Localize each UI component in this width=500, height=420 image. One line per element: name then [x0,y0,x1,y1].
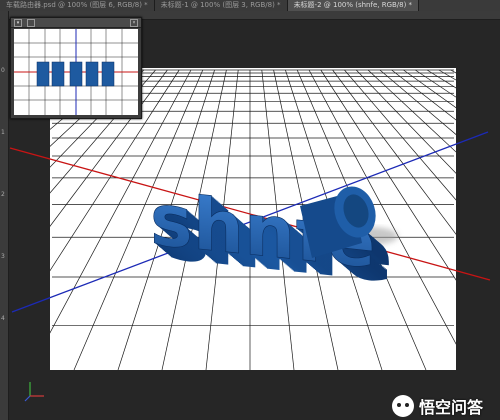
ruler-label-1: 1 [1,129,5,136]
view-menu-button[interactable] [27,19,35,27]
watermark-text: 悟空问答 [419,398,484,417]
secondary-view-titlebar[interactable]: ▾ × [11,18,141,28]
secondary-view-window[interactable]: ▾ × [10,17,142,119]
collapse-button[interactable]: ▾ [14,19,22,27]
3d-axis-widget-icon[interactable] [24,378,48,402]
watermark: 悟空问答 [392,394,483,418]
ruler-label-0: 0 [1,67,5,74]
tab-document-3[interactable]: 未标题-2 @ 100% (shnfe, RGB/8) * [287,0,420,11]
secondary-view-viewport[interactable] [14,29,138,115]
tab-document-1[interactable]: 车载路由器.psd @ 100% (图层 6, RGB/8) * [0,0,155,11]
ruler-label-2: 2 [1,191,5,198]
ruler-label-4: 4 [1,315,5,322]
secondary-view-letters [36,61,115,87]
tab-document-2[interactable]: 未标题-1 @ 100% (图层 3, RGB/8) * [155,0,288,11]
ruler-label-3: 3 [1,253,5,260]
wukong-logo-icon [392,395,414,417]
vertical-ruler[interactable]: 0 1 2 3 4 [0,11,9,420]
close-button[interactable]: × [130,19,138,27]
